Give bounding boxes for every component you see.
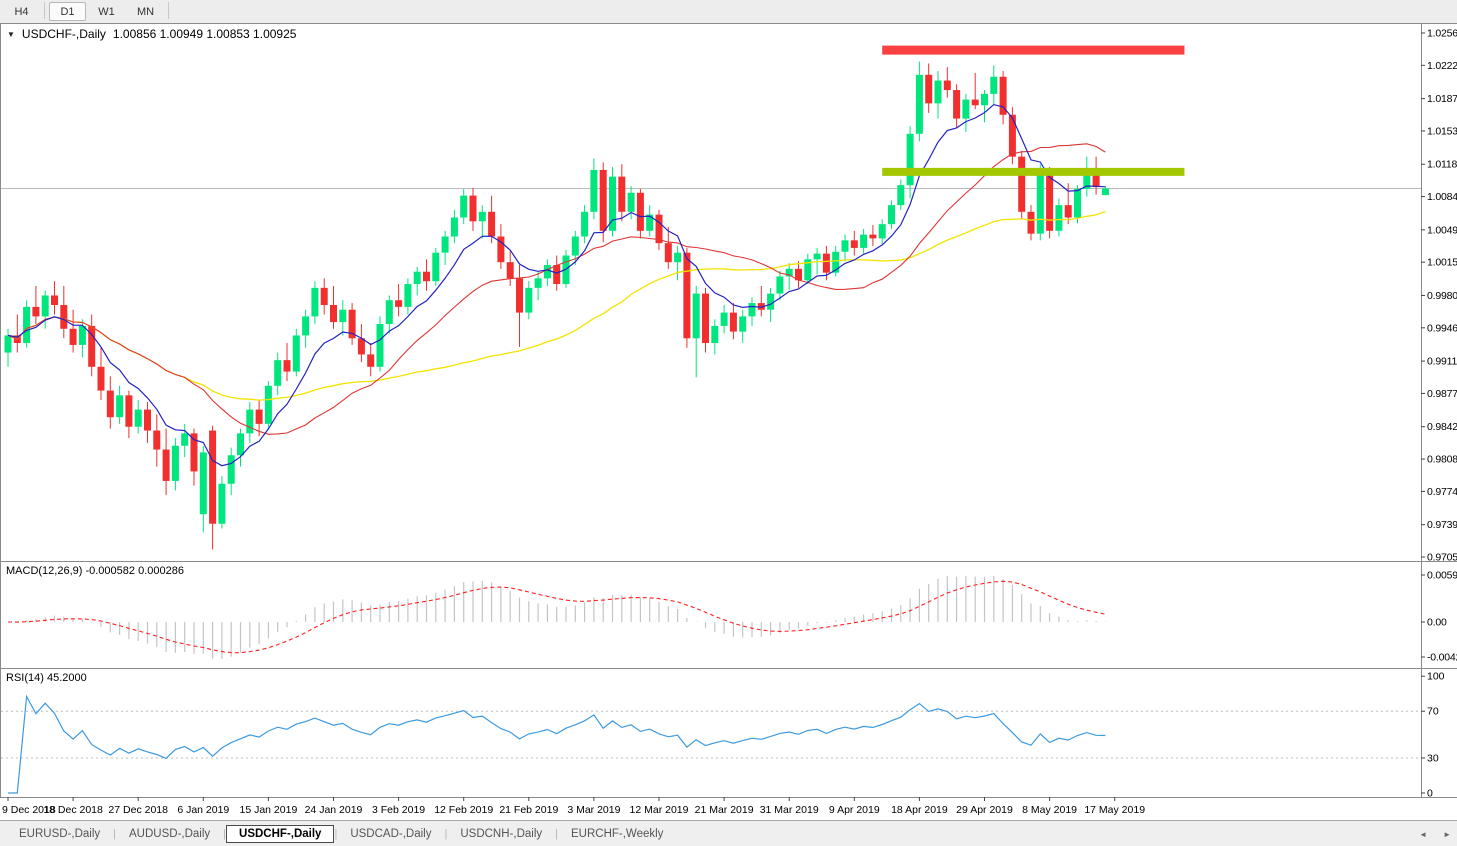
timeframe-button-h4[interactable]: H4 [3, 2, 40, 21]
tab-scroll-left-icon[interactable]: ◄ [1419, 830, 1427, 839]
candle [218, 476, 226, 529]
date-axis-label: 6 Jan 2019 [177, 804, 229, 816]
toolbar-separator [44, 2, 45, 19]
tab-eurchf-weekly[interactable]: EURCHF-,Weekly [558, 825, 676, 843]
tab-eurusd-daily[interactable]: EURUSD-,Daily [6, 825, 113, 843]
tab-usdcnh-daily[interactable]: USDCNH-,Daily [447, 825, 555, 843]
date-axis-label: 29 Apr 2019 [956, 804, 1013, 816]
rsi-axis-label: 100 [1427, 671, 1445, 683]
date-axis-label: 15 Jan 2019 [239, 804, 297, 816]
collapse-arrow-icon[interactable]: ▼ [7, 30, 15, 39]
macd-axis-label: -0.00424 [1427, 652, 1457, 664]
date-axis-label: 31 Mar 2019 [760, 804, 819, 816]
candle [683, 247, 691, 348]
price-axis-label: 1.00490 [1427, 224, 1457, 236]
price-axis-label: 0.97390 [1427, 519, 1457, 531]
tab-usdchf-daily[interactable]: USDCHF-,Daily [226, 824, 335, 843]
price-axis-label: 1.01870 [1427, 93, 1457, 105]
price-axis-label: 1.02220 [1427, 60, 1457, 72]
date-axis-label: 9 Apr 2019 [829, 804, 880, 816]
price-axis-label: 0.97740 [1427, 486, 1457, 498]
candle [599, 162, 607, 243]
price-axis-label: 0.99460 [1427, 322, 1457, 334]
toolbar-separator [168, 2, 169, 19]
candle [292, 328, 300, 377]
timeframe-button-mn[interactable]: MN [127, 2, 164, 21]
rsi-axis-label: 0 [1427, 788, 1433, 800]
macd-axis-label: 0.00597 [1427, 570, 1457, 582]
price-axis-label: 0.97050 [1427, 552, 1457, 564]
price-axis-label: 1.01530 [1427, 125, 1457, 137]
date-axis-label: 3 Mar 2019 [567, 804, 620, 816]
date-axis-label: 21 Feb 2019 [499, 804, 558, 816]
mt4-chart-window: H4D1W1MN 1.025601.022201.018701.015301.0… [0, 0, 1457, 846]
macd-indicator-label: MACD(12,26,9) -0.000582 0.000286 [6, 565, 184, 577]
candle [23, 300, 31, 348]
date-axis-label: 12 Mar 2019 [630, 804, 689, 816]
rsi-indicator-label: RSI(14) 45.2000 [6, 672, 87, 684]
macd-axis-label: 0.00 [1427, 617, 1447, 629]
date-axis-label: 27 Dec 2018 [108, 804, 168, 816]
rsi-axis-label: 70 [1427, 706, 1439, 718]
chart-background [0, 23, 1457, 820]
rsi-axis-label: 30 [1427, 752, 1439, 764]
chart-canvas: 1.02560 1.02220 1.01870 1.01530 1.01180 1.008… [0, 23, 1457, 820]
timeframe-button-d1[interactable]: D1 [49, 2, 86, 21]
timeframe-toolbar: H4 D1 W1 MN [0, 0, 1457, 23]
candle [1018, 150, 1026, 220]
tab-audusd-daily[interactable]: AUDUSD-,Daily [116, 825, 223, 843]
symbol-title: USDCHF-,Daily [21, 27, 106, 41]
candle [609, 167, 616, 237]
candle [432, 247, 440, 286]
tab-scroll-arrows: ◄ ► [1419, 821, 1451, 846]
symbol-header: ▼ USDCHF-,Daily 1.00856 1.00949 1.00853 … [7, 27, 296, 41]
tab-usdcad-daily[interactable]: USDCAD-,Daily [337, 825, 444, 843]
price-axis-label: 1.01180 [1427, 159, 1457, 171]
date-axis-label: 17 May 2019 [1084, 804, 1145, 816]
timeframe-button-w1[interactable]: W1 [88, 2, 125, 21]
date-axis-label: 8 May 2019 [1022, 804, 1077, 816]
chart-tab-bar: EURUSD-,Daily | AUDUSD-,Daily | USDCHF-,Dail… [0, 820, 1457, 846]
date-axis-label: 21 Mar 2019 [695, 804, 754, 816]
price-axis-label: 0.99110 [1427, 356, 1457, 368]
price-axis-label: 0.99800 [1427, 290, 1457, 302]
price-axis-label: 1.00150 [1427, 257, 1457, 269]
tab-scroll-right-icon[interactable]: ► [1443, 830, 1451, 839]
price-axis-label: 0.98420 [1427, 421, 1457, 433]
date-axis-label: 24 Jan 2019 [305, 804, 363, 816]
candle [702, 287, 709, 353]
ohlc-values: 1.00856 1.00949 1.00853 1.00925 [112, 27, 297, 41]
price-axis-label: 1.02560 [1427, 28, 1457, 40]
price-axis-label: 0.98080 [1427, 454, 1457, 466]
date-axis-label: 18 Dec 2018 [43, 804, 103, 816]
price-axis-label: 0.98770 [1427, 388, 1457, 400]
candle [376, 316, 384, 372]
date-axis-label: 18 Apr 2019 [891, 804, 948, 816]
date-axis-label: 3 Feb 2019 [372, 804, 425, 816]
candle [264, 381, 272, 429]
price-axis-label: 1.00840 [1427, 191, 1457, 203]
date-axis-label: 12 Feb 2019 [434, 804, 493, 816]
